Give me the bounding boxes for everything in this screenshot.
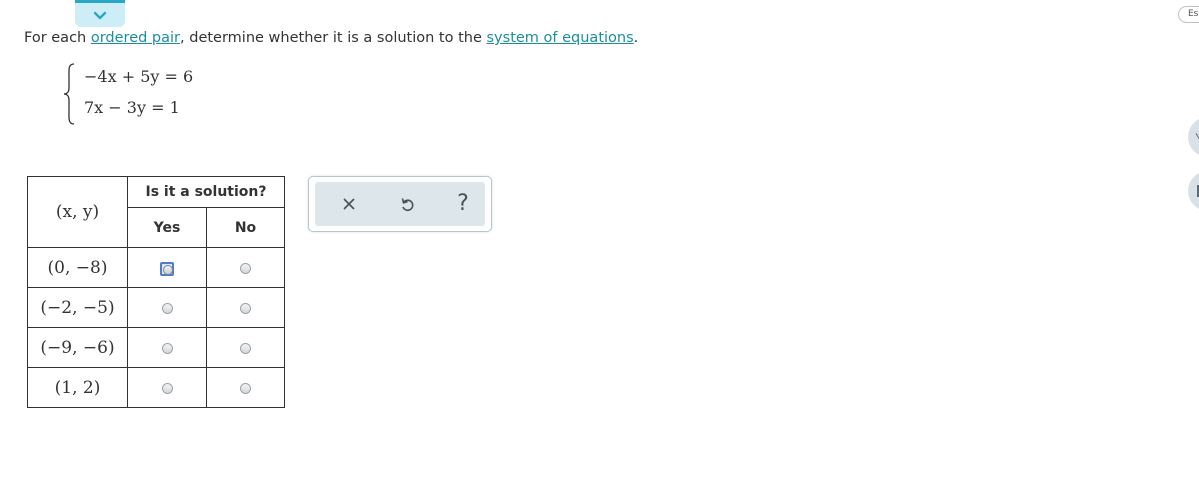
system-of-equations-link[interactable]: system of equations	[487, 30, 634, 46]
undo-button[interactable]	[393, 190, 421, 218]
prompt-prefix: For each	[24, 30, 91, 46]
yes-radio[interactable]	[161, 303, 173, 314]
pair-cell: (−9, −6)	[27, 327, 128, 368]
no-cell	[206, 287, 285, 328]
pair-cell: (0, −8)	[27, 247, 128, 288]
yes-cell	[127, 367, 207, 408]
no-header: No	[206, 207, 285, 248]
equation-system: −4x + 5y = 6 7x − 3y = 1	[62, 62, 222, 126]
side-tool-icon	[1195, 133, 1199, 139]
yes-header: Yes	[127, 207, 207, 248]
chevron-down-icon	[93, 11, 107, 19]
solution-header: Is it a solution?	[127, 176, 285, 208]
table-row: (1, 2)	[27, 367, 285, 408]
collapse-tab-button[interactable]	[75, 0, 125, 27]
yes-cell	[127, 247, 207, 288]
yes-radio[interactable]	[160, 261, 174, 276]
help-button[interactable]: ?	[449, 190, 477, 218]
question-prompt: For each ordered pair, determine whether…	[24, 30, 638, 46]
pair-cell: (−2, −5)	[27, 287, 128, 328]
ordered-pair-link[interactable]: ordered pair	[91, 30, 180, 46]
brace-icon	[63, 63, 75, 125]
no-radio[interactable]	[240, 383, 251, 394]
no-radio[interactable]	[240, 263, 251, 274]
pair-cell: (1, 2)	[27, 367, 128, 408]
no-cell	[206, 327, 285, 368]
yes-radio[interactable]	[161, 383, 173, 394]
table-row: (−2, −5)	[27, 287, 285, 328]
pair-header: (x, y)	[27, 176, 128, 248]
no-cell	[206, 367, 285, 408]
close-icon	[343, 198, 355, 210]
prompt-suffix: .	[633, 30, 639, 46]
yes-cell	[127, 287, 207, 328]
action-toolbar: ?	[315, 182, 485, 226]
table-row: (−9, −6)	[27, 327, 285, 368]
no-radio[interactable]	[240, 303, 251, 314]
prompt-middle: , determine whether it is a solution to …	[180, 30, 487, 46]
no-radio[interactable]	[240, 343, 251, 354]
equation-2: 7x − 3y = 1	[84, 98, 180, 117]
clear-button[interactable]	[335, 190, 363, 218]
undo-icon	[401, 198, 414, 211]
solution-table: (x, y) Is it a solution? Yes No (0, −8) …	[27, 176, 285, 408]
action-panel: ?	[308, 176, 492, 232]
language-es-button[interactable]: Es	[1178, 6, 1199, 23]
side-tool-button[interactable]	[1188, 117, 1199, 157]
equation-1: −4x + 5y = 6	[84, 67, 194, 86]
table-row: (0, −8)	[27, 247, 285, 288]
yes-cell	[127, 327, 207, 368]
side-book-button[interactable]	[1188, 171, 1199, 211]
yes-radio[interactable]	[161, 343, 173, 354]
no-cell	[206, 247, 285, 288]
